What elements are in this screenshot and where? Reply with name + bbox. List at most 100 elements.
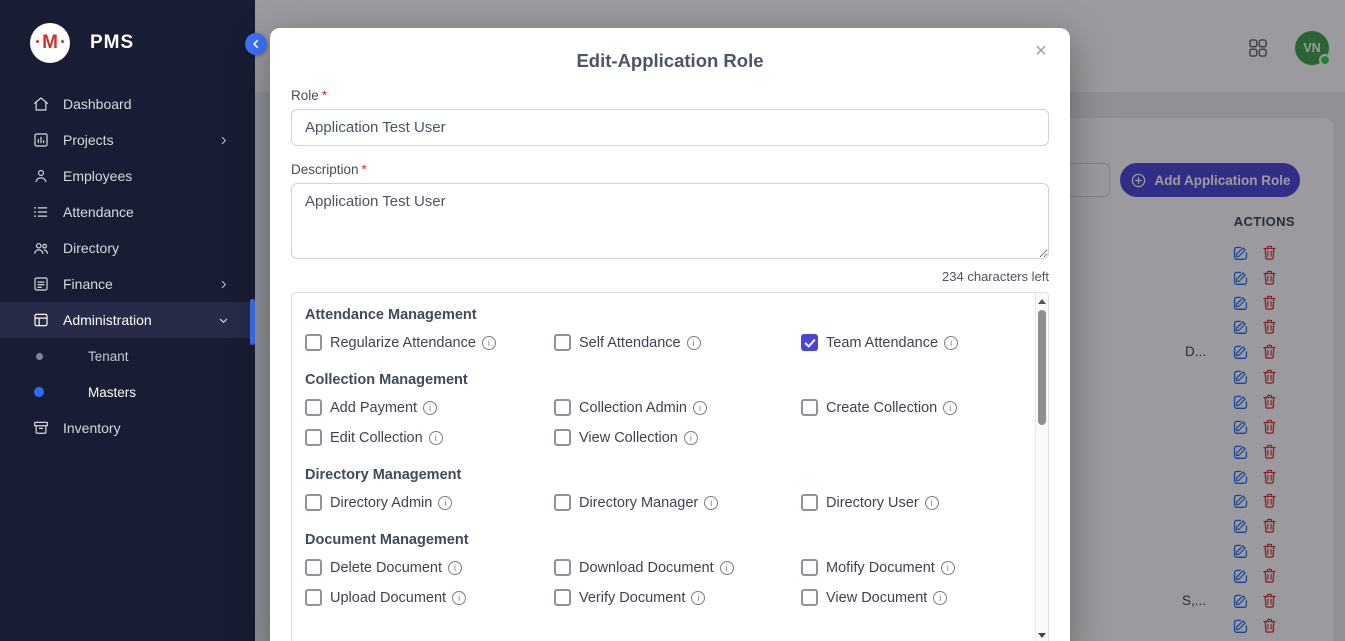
checkbox-icon[interactable]: [801, 494, 818, 511]
role-input[interactable]: [291, 109, 1049, 146]
scrollbar-thumb[interactable]: [1038, 310, 1046, 425]
checkbox-icon[interactable]: [305, 589, 322, 606]
sidebar-item-employees[interactable]: Employees: [0, 158, 255, 194]
permission-download-document[interactable]: Download Document i: [554, 559, 801, 576]
checkbox-icon[interactable]: [554, 494, 571, 511]
info-icon[interactable]: i: [943, 401, 957, 415]
permission-mofify-document[interactable]: Mofify Document i: [801, 559, 1015, 576]
permission-delete-document[interactable]: Delete Document i: [305, 559, 554, 576]
permission-directory-manager[interactable]: Directory Manager i: [554, 494, 801, 511]
checkbox-icon[interactable]: [305, 429, 322, 446]
scroll-down-icon[interactable]: [1036, 628, 1048, 641]
role-field-label: Role*: [291, 88, 1049, 103]
characters-left-counter: 234 characters left: [291, 269, 1049, 284]
sidebar-nav: Dashboard Projects Employees Attendance …: [0, 86, 255, 446]
checkbox-icon[interactable]: [801, 559, 818, 576]
info-icon[interactable]: i: [925, 496, 939, 510]
checkbox-icon[interactable]: [801, 334, 818, 351]
permission-create-collection[interactable]: Create Collection i: [801, 399, 1015, 416]
permission-regularize-attendance[interactable]: Regularize Attendance i: [305, 334, 554, 351]
permissions-panel: Attendance Management Regularize Attenda…: [291, 292, 1049, 641]
checkbox-icon[interactable]: [305, 494, 322, 511]
sidebar-subitem-masters[interactable]: Masters: [0, 374, 255, 410]
info-icon[interactable]: i: [720, 561, 734, 575]
permission-add-payment[interactable]: Add Payment i: [305, 399, 554, 416]
checkbox-icon[interactable]: [801, 399, 818, 416]
permission-grid: Regularize Attendance i Self Attendance …: [305, 334, 1015, 351]
info-icon[interactable]: i: [941, 561, 955, 575]
description-textarea[interactable]: Application Test User: [291, 183, 1049, 259]
permission-edit-collection[interactable]: Edit Collection i: [305, 429, 554, 446]
info-icon[interactable]: i: [423, 401, 437, 415]
checkbox-icon[interactable]: [305, 399, 322, 416]
sidebar-collapse-button[interactable]: [245, 33, 267, 55]
permission-group-title: Directory Management: [305, 467, 1015, 483]
info-icon[interactable]: i: [691, 591, 705, 605]
permission-label: Regularize Attendance: [330, 335, 476, 351]
sidebar-subitem-tenant[interactable]: Tenant: [0, 338, 255, 374]
info-icon[interactable]: i: [944, 336, 958, 350]
close-icon[interactable]: ×: [1026, 36, 1056, 66]
permission-label: Self Attendance: [579, 335, 681, 351]
permissions-scrollbar[interactable]: [1035, 293, 1048, 641]
permission-label: Team Attendance: [826, 335, 938, 351]
checkbox-icon[interactable]: [554, 589, 571, 606]
logo: M PMS: [0, 0, 255, 86]
sidebar-item-dashboard[interactable]: Dashboard: [0, 86, 255, 122]
permission-view-document[interactable]: View Document i: [801, 589, 1015, 606]
info-icon[interactable]: i: [687, 336, 701, 350]
checkbox-icon[interactable]: [554, 334, 571, 351]
permission-self-attendance[interactable]: Self Attendance i: [554, 334, 801, 351]
permission-label: Verify Document: [579, 590, 685, 606]
info-icon[interactable]: i: [693, 401, 707, 415]
scroll-up-icon[interactable]: [1036, 294, 1048, 308]
chevron-down-icon: [216, 313, 231, 328]
bullet-icon: [34, 353, 44, 360]
sidebar-item-finance[interactable]: Finance: [0, 266, 255, 302]
chevron-left-icon: [248, 36, 264, 52]
checkbox-icon[interactable]: [554, 429, 571, 446]
permission-verify-document[interactable]: Verify Document i: [554, 589, 801, 606]
info-icon[interactable]: i: [438, 496, 452, 510]
logo-mark-icon: M: [30, 23, 70, 63]
permission-group: Attendance Management Regularize Attenda…: [305, 307, 1015, 351]
permission-label: Add Payment: [330, 400, 417, 416]
info-icon[interactable]: i: [933, 591, 947, 605]
permission-view-collection[interactable]: View Collection i: [554, 429, 801, 446]
info-icon[interactable]: i: [704, 496, 718, 510]
permission-upload-document[interactable]: Upload Document i: [305, 589, 554, 606]
sidebar-item-directory[interactable]: Directory: [0, 230, 255, 266]
permission-group-title: Attendance Management: [305, 307, 1015, 323]
sidebar-item-projects[interactable]: Projects: [0, 122, 255, 158]
info-icon[interactable]: i: [429, 431, 443, 445]
modal-title: Edit-Application Role: [291, 28, 1049, 72]
permission-team-attendance[interactable]: Team Attendance i: [801, 334, 1015, 351]
checkbox-icon[interactable]: [305, 334, 322, 351]
info-icon[interactable]: i: [452, 591, 466, 605]
checkbox-icon[interactable]: [554, 559, 571, 576]
checkbox-icon[interactable]: [305, 559, 322, 576]
permission-collection-admin[interactable]: Collection Admin i: [554, 399, 801, 416]
sidebar-item-attendance[interactable]: Attendance: [0, 194, 255, 230]
info-icon[interactable]: i: [448, 561, 462, 575]
attendance-icon: [32, 203, 50, 221]
permission-directory-user[interactable]: Directory User i: [801, 494, 1015, 511]
sidebar-item-administration[interactable]: Administration: [0, 302, 255, 338]
permission-label: Directory Admin: [330, 495, 432, 511]
permission-label: Create Collection: [826, 400, 937, 416]
permission-label: Upload Document: [330, 590, 446, 606]
bullet-icon: [34, 387, 44, 397]
permission-grid: Add Payment i Collection Admin i Create …: [305, 399, 1015, 446]
app-root: M PMS Dashboard Projects Employees Atten…: [0, 0, 1345, 641]
directory-icon: [32, 239, 50, 257]
info-icon[interactable]: i: [482, 336, 496, 350]
checkbox-icon[interactable]: [801, 589, 818, 606]
info-icon[interactable]: i: [684, 431, 698, 445]
permission-group-title: Document Management: [305, 532, 1015, 548]
inventory-icon: [32, 419, 50, 437]
permission-label: Download Document: [579, 560, 714, 576]
sidebar-item-label: Attendance: [63, 204, 231, 220]
checkbox-icon[interactable]: [554, 399, 571, 416]
permission-directory-admin[interactable]: Directory Admin i: [305, 494, 554, 511]
sidebar-item-inventory[interactable]: Inventory: [0, 410, 255, 446]
